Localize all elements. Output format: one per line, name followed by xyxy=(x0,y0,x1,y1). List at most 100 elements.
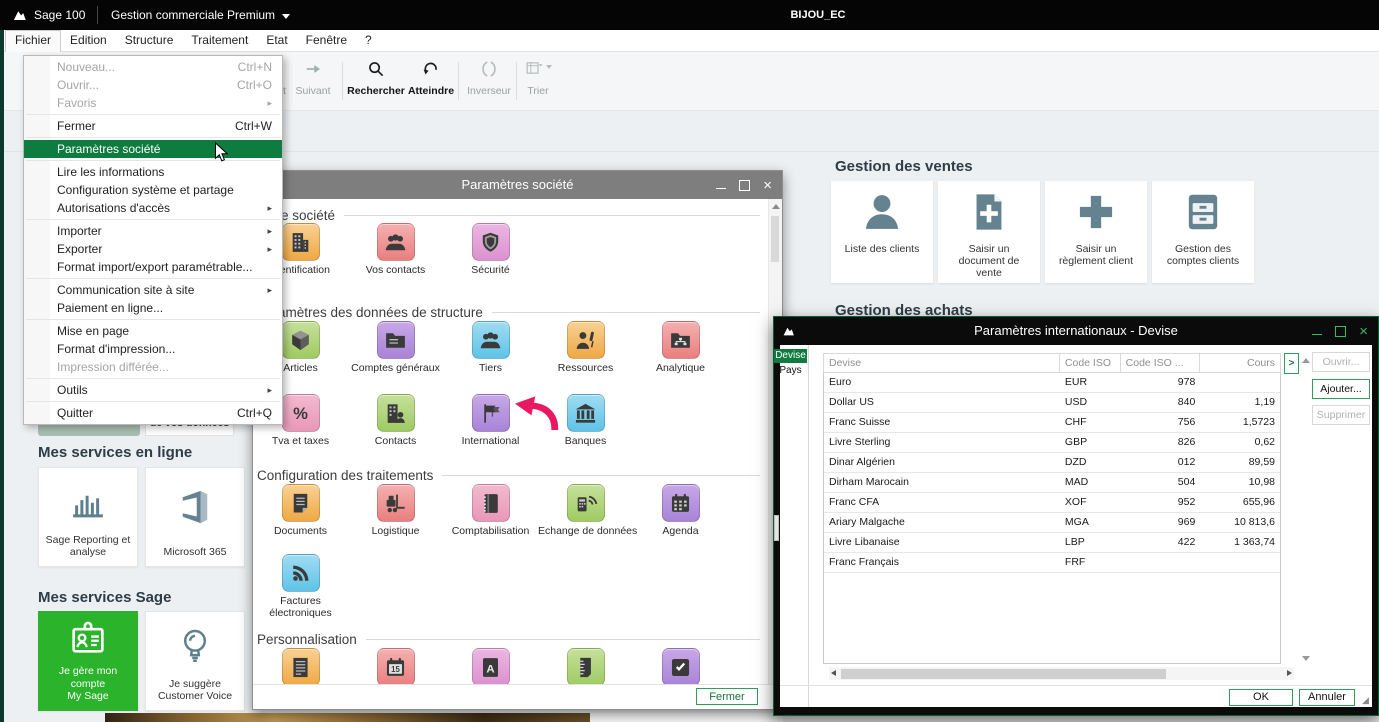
menubar-item-[interactable]: ? xyxy=(356,30,381,52)
menubar-item-etat[interactable]: Etat xyxy=(257,30,296,52)
cell: 978 xyxy=(1121,373,1201,392)
societe-icon-analytique[interactable]: Analytique xyxy=(633,321,728,374)
menu-item-fermer[interactable]: FermerCtrl+W xyxy=(24,117,282,135)
ok-button[interactable]: OK xyxy=(1229,689,1293,706)
scroll-right-icon[interactable] xyxy=(1287,670,1292,676)
minimize-icon[interactable] xyxy=(716,188,726,189)
menu-item-quitter[interactable]: QuitterCtrl+Q xyxy=(24,404,282,422)
devise-titlebar[interactable]: Paramètres internationaux - Devise × xyxy=(774,317,1378,345)
menu-item-paiement-en-ligne[interactable]: Paiement en ligne... xyxy=(24,299,282,317)
resize-grip[interactable]: ◢ xyxy=(1362,695,1369,706)
toolbar-atteindre[interactable]: Atteindre xyxy=(405,59,457,105)
societe-icon-logistique[interactable]: Logistique xyxy=(348,484,443,537)
sales-tile-liste-des-clients[interactable]: Liste des clients xyxy=(831,181,933,283)
scroll-left-icon[interactable] xyxy=(831,670,836,676)
menu-item-format-d-impression[interactable]: Format d'impression... xyxy=(24,340,282,358)
scroll-up-icon[interactable] xyxy=(1302,358,1310,363)
sales-tile-saisir-un-document-de-vente[interactable]: Saisir un document de vente xyxy=(938,181,1040,283)
menu-item-importer[interactable]: Importer▸ xyxy=(24,222,282,240)
devise-row-franc-fran-ais[interactable]: Franc FrançaisFRF xyxy=(824,553,1280,573)
scroll-up-icon[interactable] xyxy=(772,204,780,209)
menu-item-format-import-export-param-trable[interactable]: Format import/export paramétrable... xyxy=(24,258,282,276)
societe-icon-letter-a-2[interactable]: A xyxy=(443,648,538,689)
societe-icon-documents[interactable]: Documents xyxy=(253,484,348,537)
column-header-cours[interactable]: Cours xyxy=(1200,354,1280,372)
societe-icon-comptes-g-n-raux[interactable]: Comptes généraux xyxy=(348,321,443,374)
ajouter-button[interactable]: Ajouter... xyxy=(1312,379,1370,399)
column-header-code-iso[interactable]: Code ISO ... xyxy=(1121,354,1201,372)
menubar-item-structure[interactable]: Structure xyxy=(116,30,183,52)
societe-icon-banques[interactable]: Banques xyxy=(538,394,633,447)
column-expand-button[interactable]: > xyxy=(1284,353,1299,374)
product-switcher[interactable]: Gestion commerciale Premium xyxy=(111,8,290,22)
cell: 840 xyxy=(1121,393,1201,412)
societe-icon-ruler-3[interactable] xyxy=(538,648,633,689)
menu-item-lire-les-informations[interactable]: Lire les informations xyxy=(24,163,282,181)
menu-item-param-tres-soci-t[interactable]: Paramètres société xyxy=(24,140,282,158)
devise-row-livre-libanaise[interactable]: Livre LibanaiseLBP4221 363,74 xyxy=(824,533,1280,553)
service-tile-je-g-re-mon-compte-my-sage[interactable]: Je gère mon compte My Sage xyxy=(38,611,138,711)
column-header-code-iso[interactable]: Code ISO xyxy=(1060,354,1121,372)
sales-tile-gestion-des-comptes-clients[interactable]: Gestion des comptes clients xyxy=(1152,181,1254,283)
service-tile-je-sugg-re-customer-voice[interactable]: Je suggère Customer Voice xyxy=(145,611,245,711)
splitter-handle[interactable] xyxy=(774,515,779,541)
cell xyxy=(1200,553,1280,572)
societe-icon-agenda[interactable]: Agenda xyxy=(633,484,728,537)
menubar-item-fichier[interactable]: Fichier xyxy=(5,30,61,52)
menu-item-outils[interactable]: Outils▸ xyxy=(24,381,282,399)
sales-tile-saisir-un-r-glement-client[interactable]: Saisir un règlement client xyxy=(1045,181,1147,283)
societe-dialog-titlebar[interactable]: Paramètres société × xyxy=(253,171,782,199)
devise-row-livre-sterling[interactable]: Livre SterlingGBP8260,62 xyxy=(824,433,1280,453)
tile-label: Saisir un document de vente xyxy=(959,243,1020,279)
menu-item-label: Exporter xyxy=(57,242,102,256)
menu-item-exporter[interactable]: Exporter▸ xyxy=(24,240,282,258)
societe-icon-echange-de-donn-es[interactable]: Echange de données xyxy=(538,484,633,537)
societe-icon-contacts[interactable]: Contacts xyxy=(348,394,443,447)
maximize-icon[interactable] xyxy=(739,180,750,191)
table-vertical-scrollbar[interactable] xyxy=(1300,353,1312,664)
scrollbar-thumb[interactable] xyxy=(841,669,1166,679)
annuler-button[interactable]: Annuler xyxy=(1299,689,1355,706)
maximize-icon[interactable] xyxy=(1335,326,1346,337)
societe-icon-vos-contacts[interactable]: Vos contacts xyxy=(348,223,443,276)
close-icon[interactable]: × xyxy=(1359,324,1368,339)
devise-row-dirham-marocain[interactable]: Dirham MarocainMAD50410,98 xyxy=(824,473,1280,493)
devise-row-franc-cfa[interactable]: Franc CFAXOF952655,96 xyxy=(824,493,1280,513)
societe-icon-s-curit[interactable]: Sécurité xyxy=(443,223,538,276)
devise-row-euro[interactable]: EuroEUR978 xyxy=(824,373,1280,393)
scroll-down-icon[interactable] xyxy=(1302,656,1310,661)
devise-row-dinar-alg-rien[interactable]: Dinar AlgérienDZD01289,59 xyxy=(824,453,1280,473)
societe-icon-checkbox-4[interactable] xyxy=(633,648,728,689)
menu-item-autorisations-d-acc-s[interactable]: Autorisations d'accès▸ xyxy=(24,199,282,217)
icon-label: International xyxy=(443,435,538,447)
devise-row-ariary-malgache[interactable]: Ariary MalgacheMGA96910 813,6 xyxy=(824,513,1280,533)
tab-pays[interactable]: Pays xyxy=(774,364,807,378)
fermer-button[interactable]: Fermer xyxy=(696,688,758,705)
devise-row-franc-suisse[interactable]: Franc SuisseCHF7561,5723 xyxy=(824,413,1280,433)
menu-item-mise-en-page[interactable]: Mise en page xyxy=(24,322,282,340)
toolbar-rechercher[interactable]: Rechercher xyxy=(347,59,405,105)
minimize-icon[interactable] xyxy=(1312,334,1322,335)
societe-icon-factures-lectroniques[interactable]: Factures électroniques xyxy=(253,554,348,619)
menubar-item-fen-tre[interactable]: Fenêtre xyxy=(297,30,356,52)
app-titlebar: Sage 100 Gestion commerciale Premium BIJ… xyxy=(0,0,1379,30)
societe-icon-ressources[interactable]: Ressources xyxy=(538,321,633,374)
societe-icon-sheet-0[interactable] xyxy=(253,648,348,689)
menu-item-label: Communication site à site xyxy=(57,283,194,297)
scrollbar-thumb[interactable] xyxy=(771,216,779,262)
menu-item-configuration-syst-me-et-partage[interactable]: Configuration système et partage xyxy=(24,181,282,199)
service-tile-sage-reporting-et-analyse[interactable]: Sage Reporting et analyse xyxy=(38,467,138,567)
societe-icon-comptabilisation[interactable]: Comptabilisation xyxy=(443,484,538,537)
table-horizontal-scrollbar[interactable] xyxy=(829,667,1294,680)
column-header-devise[interactable]: Devise xyxy=(824,354,1060,372)
societe-icon-international[interactable]: International xyxy=(443,394,538,447)
devise-row-dollar-us[interactable]: Dollar USUSD8401,19 xyxy=(824,393,1280,413)
societe-icon-tiers[interactable]: Tiers xyxy=(443,321,538,374)
close-icon[interactable]: × xyxy=(763,178,772,193)
menubar-item-traitement[interactable]: Traitement xyxy=(182,30,257,52)
societe-icon-calendar15-1[interactable]: 15 xyxy=(348,648,443,689)
menu-item-communication-site-site[interactable]: Communication site à site▸ xyxy=(24,281,282,299)
service-tile-microsoft-365[interactable]: Microsoft 365 xyxy=(145,467,245,567)
menubar-item-edition[interactable]: Edition xyxy=(61,30,116,52)
tab-devise[interactable]: Devise xyxy=(774,349,807,363)
